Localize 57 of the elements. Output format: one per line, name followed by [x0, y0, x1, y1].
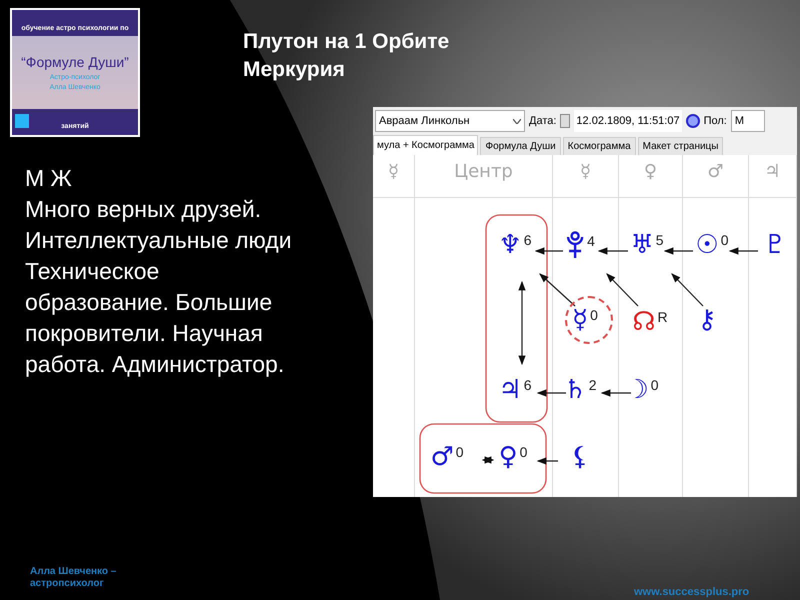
globe-icon[interactable] — [686, 114, 700, 128]
node-index: 0 — [456, 444, 464, 460]
planet-symbol: ♇ — [763, 230, 787, 260]
tab[interactable]: Макет страницы — [638, 137, 724, 155]
planet-symbol: ☊ — [632, 307, 656, 337]
caret-icon — [513, 118, 521, 124]
banner-title: “Формуле Души” — [21, 52, 129, 72]
node-index: 6 — [524, 377, 532, 393]
column-header: Центр — [454, 160, 513, 184]
planet-symbol: ♄ — [563, 375, 587, 405]
arrow — [539, 273, 576, 306]
node-index: 0 — [590, 307, 598, 323]
slide-title: Плутон на 1 Орбите Меркурия — [243, 29, 450, 83]
tab[interactable]: Формула Души — [480, 137, 561, 155]
planet-symbol: ♀ — [498, 442, 518, 472]
node-index: 0 — [650, 377, 659, 393]
node-index: 4 — [587, 233, 595, 249]
arrow — [536, 389, 566, 397]
column-header: ♀ — [644, 160, 658, 184]
node-index: 0 — [520, 444, 528, 460]
arrow — [536, 457, 558, 465]
node-index: 0 — [720, 232, 729, 248]
author-caption: Алла Шевченко – астропсихолог — [30, 566, 116, 590]
arrow — [728, 247, 758, 255]
tab[interactable]: мула + Космограмма — [373, 135, 478, 155]
person-dropdown[interactable]: Авраам Линкольн — [375, 110, 525, 132]
node-index: 6 — [524, 232, 532, 248]
date-field[interactable]: 12.02.1809, 11:51:07 — [574, 110, 682, 132]
date-label: Дата: — [529, 114, 556, 129]
calendar-icon[interactable] — [560, 114, 570, 128]
arrow — [606, 273, 638, 306]
column-header: ☿ — [388, 160, 400, 184]
column-header: ♃ — [764, 160, 781, 184]
node-index: R — [657, 309, 668, 325]
planet-symbol: ⚷ — [697, 305, 717, 335]
sex-dropdown[interactable]: М — [730, 110, 765, 132]
planet-symbol: ☿ — [572, 305, 588, 335]
node-index: 5 — [656, 232, 664, 248]
planet-symbol: ☉ — [695, 230, 719, 260]
planet-symbol: ♂ — [430, 442, 454, 472]
slide-text: М Ж Много верных друзей. Интеллектуальные люди Техническое образование. Большие покровители. Научная работа. Администратор. — [25, 164, 292, 379]
sex-label: Пол: — [704, 114, 727, 129]
planet-symbol: ♅ — [630, 230, 654, 260]
arrow — [534, 247, 563, 255]
planet-symbol: ♃ — [498, 375, 522, 405]
arrow — [598, 247, 628, 255]
planet-symbol: ☽ — [625, 375, 649, 405]
node-index: 2 — [588, 377, 597, 393]
tab[interactable]: Космограмма — [562, 137, 636, 155]
logo-icon — [15, 114, 29, 128]
column-header: ☿ — [580, 160, 592, 184]
arrow — [664, 247, 693, 255]
arrow — [671, 273, 704, 306]
planet-symbol: ♆ — [498, 230, 522, 260]
arrow — [600, 389, 631, 397]
column-header: ♂ — [707, 160, 724, 184]
planet-symbol: ⚸ — [570, 442, 590, 472]
